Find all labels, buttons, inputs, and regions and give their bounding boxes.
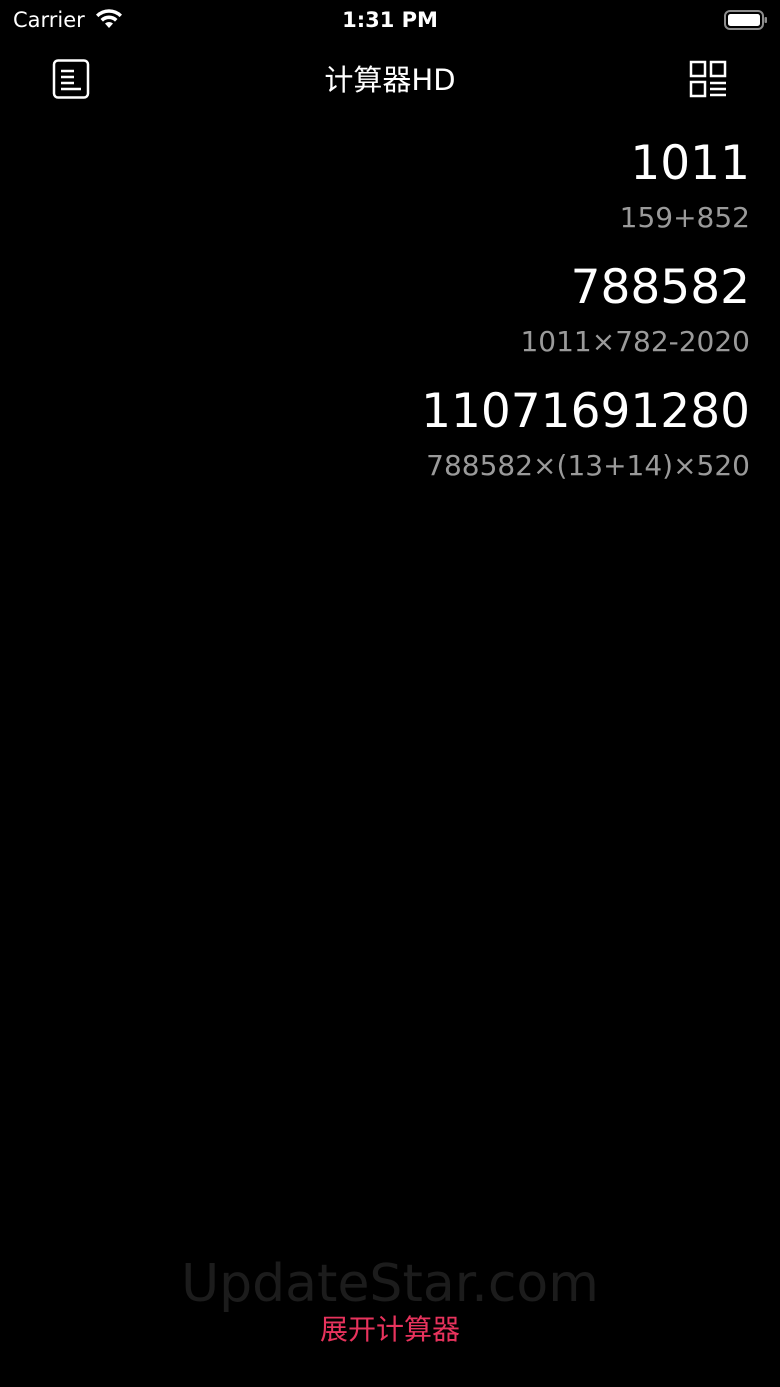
history-expression: 788582×(13+14)×520 <box>426 449 750 482</box>
history-expression: 1011×782-2020 <box>520 325 750 358</box>
status-time: 1:31 PM <box>342 8 438 32</box>
grid-menu-icon[interactable] <box>689 60 727 98</box>
status-bar: Carrier 1:31 PM <box>0 0 780 40</box>
battery-icon <box>724 10 767 30</box>
history-entry[interactable]: 11071691280 788582×(13+14)×520 <box>50 384 750 484</box>
expand-calculator-button[interactable]: 展开计算器 <box>0 1312 780 1348</box>
history-result: 788582 <box>570 260 750 315</box>
history-entry[interactable]: 1011 159+852 <box>50 136 750 236</box>
history-result: 1011 <box>630 136 750 191</box>
history-result: 11071691280 <box>421 384 750 439</box>
history-entry[interactable]: 788582 1011×782-2020 <box>50 260 750 360</box>
history-list: 1011 159+852 788582 1011×782-2020 110716… <box>50 136 750 508</box>
watermark: UpdateStar.com <box>181 1254 599 1314</box>
history-expression: 159+852 <box>619 201 750 234</box>
page-title: 计算器HD <box>324 63 456 97</box>
